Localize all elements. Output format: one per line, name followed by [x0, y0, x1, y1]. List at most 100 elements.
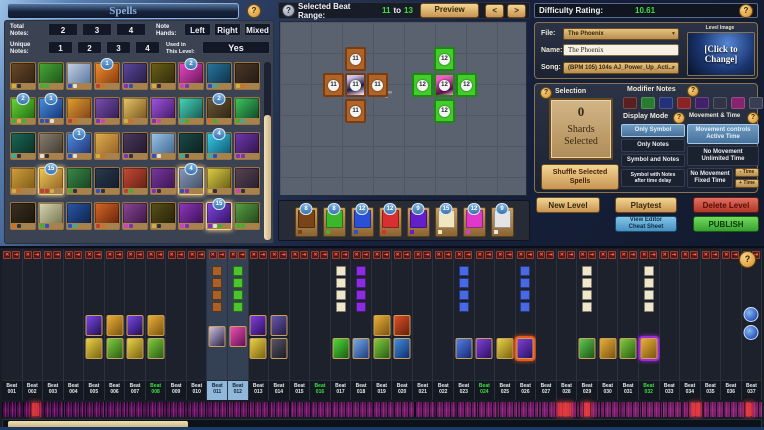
delete-beat-button[interactable]: ✕ — [3, 251, 11, 259]
beat-column[interactable]: ✕⇥Beat028 — [557, 249, 578, 400]
delete-beat-button[interactable]: ✕ — [496, 251, 504, 259]
timeline-spell-card[interactable] — [394, 338, 411, 359]
spell-tile[interactable] — [10, 62, 36, 90]
beat-column[interactable]: ✕⇥Beat014 — [269, 249, 290, 400]
modifier-note[interactable] — [356, 290, 366, 300]
timeline-scrollbar[interactable] — [2, 419, 762, 430]
beat-note[interactable]: 11 — [345, 47, 366, 71]
publish-button[interactable]: PUBLISH — [693, 216, 759, 232]
spell-tile[interactable] — [66, 167, 92, 195]
display-mode-help-icon[interactable]: ? — [673, 112, 685, 124]
delete-beat-button[interactable]: ✕ — [558, 251, 566, 259]
jump-to-beat-button[interactable]: ⇥ — [197, 251, 205, 259]
beat-column[interactable]: ✕⇥Beat031 — [618, 249, 639, 400]
beat-note[interactable]: 11 — [323, 73, 344, 97]
modifier-note[interactable] — [356, 302, 366, 312]
delete-beat-button[interactable]: ✕ — [44, 251, 52, 259]
delete-beat-button[interactable]: ✕ — [373, 251, 381, 259]
spell-tile[interactable]: 2 — [206, 97, 232, 125]
movement-time-help-icon[interactable]: ? — [747, 112, 759, 124]
jump-to-beat-button[interactable]: ⇥ — [588, 251, 596, 259]
spell-tile[interactable] — [122, 202, 148, 230]
modifier-note[interactable] — [233, 266, 243, 276]
jump-to-beat-button[interactable]: ⇥ — [300, 251, 308, 259]
timeline-spell-card[interactable] — [85, 315, 102, 336]
delete-beat-button[interactable]: ✕ — [537, 251, 545, 259]
timeline-spell-card[interactable] — [640, 338, 657, 359]
modifier-note[interactable] — [212, 266, 222, 276]
delete-beat-button[interactable]: ✕ — [455, 251, 463, 259]
timeline-spell-card[interactable] — [85, 338, 102, 359]
spell-tile[interactable] — [178, 202, 204, 230]
display-mode-option[interactable]: Only Notes — [621, 139, 685, 152]
modifier-note-chip[interactable] — [659, 97, 673, 109]
jump-to-beat-button[interactable]: ⇥ — [485, 251, 493, 259]
jump-to-beat-button[interactable]: ⇥ — [94, 251, 102, 259]
delete-beat-button[interactable]: ✕ — [127, 251, 135, 259]
beat-column[interactable]: ✕⇥Beat018 — [351, 249, 372, 400]
beat-column[interactable]: ✕⇥Beat030 — [598, 249, 619, 400]
jump-to-beat-button[interactable]: ⇥ — [341, 251, 349, 259]
spells-help-icon[interactable]: ? — [247, 4, 261, 18]
jump-to-beat-button[interactable]: ⇥ — [690, 251, 698, 259]
spell-tile[interactable] — [178, 132, 204, 160]
timeline-spell-card[interactable] — [579, 338, 596, 359]
unique-notes-2-button[interactable]: 2 — [77, 41, 102, 54]
jump-to-beat-button[interactable]: ⇥ — [505, 251, 513, 259]
spell-tile[interactable] — [234, 202, 260, 230]
spell-tile[interactable]: 1 — [94, 62, 120, 90]
modifier-note[interactable] — [644, 278, 654, 288]
spell-tile[interactable] — [122, 62, 148, 90]
beat-note[interactable]: 12 — [434, 99, 455, 123]
timeline-spell-card[interactable] — [373, 315, 390, 336]
modifier-note[interactable] — [644, 266, 654, 276]
delete-beat-button[interactable]: ✕ — [353, 251, 361, 259]
file-dropdown[interactable]: The Phoenix ▼ — [563, 28, 679, 40]
beat-column[interactable]: ✕⇥Beat007 — [125, 249, 146, 400]
jump-to-beat-button[interactable]: ⇥ — [136, 251, 144, 259]
jump-to-beat-button[interactable]: ⇥ — [649, 251, 657, 259]
delete-beat-button[interactable]: ✕ — [702, 251, 710, 259]
palette-note-card[interactable]: 8 — [323, 207, 346, 237]
delete-beat-button[interactable]: ✕ — [270, 251, 278, 259]
next-beat-button[interactable]: > — [507, 4, 526, 18]
jump-to-beat-button[interactable]: ⇥ — [526, 251, 534, 259]
timeline-spell-card[interactable] — [147, 315, 164, 336]
delete-beat-button[interactable]: ✕ — [414, 251, 422, 259]
beat-note[interactable]: 12 — [434, 47, 455, 71]
jump-to-beat-button[interactable]: ⇥ — [464, 251, 472, 259]
modifier-note[interactable] — [233, 290, 243, 300]
beat-column[interactable]: ✕⇥Beat032 — [639, 249, 660, 400]
spell-tile[interactable] — [10, 202, 36, 230]
beat-column[interactable]: ✕⇥Beat009 — [166, 249, 187, 400]
jump-to-beat-button[interactable]: ⇥ — [711, 251, 719, 259]
jump-to-beat-button[interactable]: ⇥ — [320, 251, 328, 259]
beat-column[interactable]: ✕⇥Beat019 — [372, 249, 393, 400]
beat-column[interactable]: ✕⇥Beat034 — [680, 249, 701, 400]
beat-column[interactable]: ✕⇥Beat035 — [701, 249, 722, 400]
jump-to-beat-button[interactable]: ⇥ — [546, 251, 554, 259]
spell-tile[interactable] — [150, 62, 176, 90]
modifier-note[interactable] — [520, 278, 530, 288]
timeline-spell-card[interactable] — [127, 338, 144, 359]
delete-beat-button[interactable]: ✕ — [229, 251, 237, 259]
beat-column[interactable]: ✕⇥Beat004 — [64, 249, 85, 400]
hands-mixed-button[interactable]: Mixed — [244, 23, 271, 36]
timeline-marker-icon[interactable] — [744, 325, 759, 340]
beat-column[interactable]: ✕⇥Beat003 — [43, 249, 64, 400]
hands-right-button[interactable]: Right — [214, 23, 241, 36]
spell-tile[interactable] — [122, 132, 148, 160]
delete-beat-button[interactable]: ✕ — [394, 251, 402, 259]
beat-column[interactable]: ✕⇥Beat005 — [84, 249, 105, 400]
beat-column[interactable]: ✕⇥Beat029 — [577, 249, 598, 400]
modifier-note[interactable] — [582, 266, 592, 276]
modifier-note[interactable] — [459, 290, 469, 300]
modifier-note-chip[interactable] — [713, 97, 727, 109]
hands-left-button[interactable]: Left — [184, 23, 211, 36]
spell-tile[interactable]: 15 — [38, 167, 64, 195]
spell-tile[interactable] — [38, 132, 64, 160]
timeline-spell-card[interactable] — [127, 315, 144, 336]
timeline-spell-card[interactable] — [106, 338, 123, 359]
timeline-marker-icon[interactable] — [744, 307, 759, 322]
modifier-note[interactable] — [520, 302, 530, 312]
